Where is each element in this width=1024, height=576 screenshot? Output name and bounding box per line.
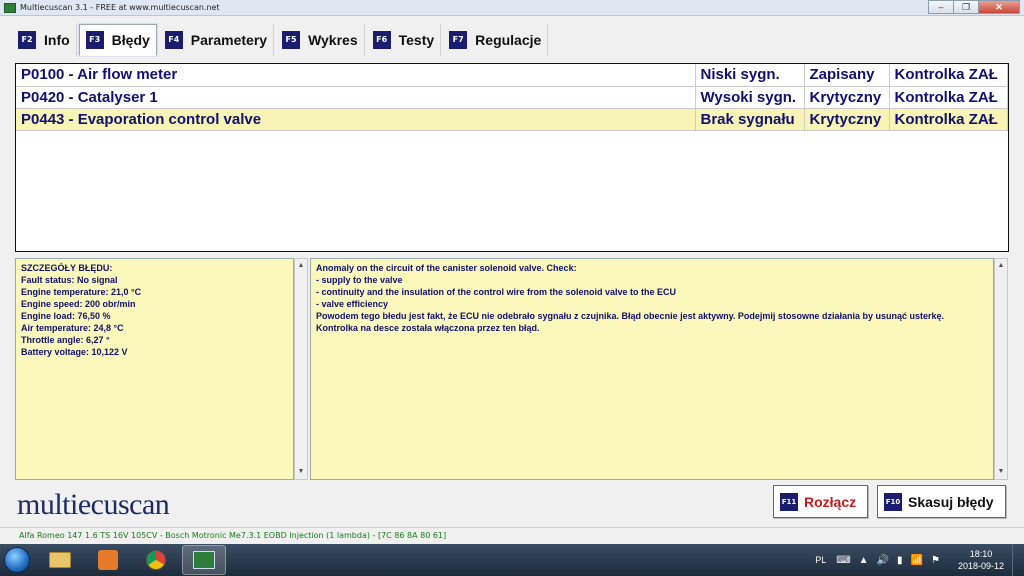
fault-row[interactable]: P0100 - Air flow meter Niski sygn. Zapis… [16,64,1008,87]
fault-lamp: Kontrolka ZAŁ [889,64,1008,87]
f11-key-icon: F11 [780,492,798,511]
taskbar-media-player[interactable] [86,545,130,575]
tab-testy[interactable]: F6 Testy [367,24,442,56]
taskbar-explorer[interactable] [38,545,82,575]
window-controls: – ❐ ✕ [928,0,1020,15]
clock[interactable]: 18:10 2018-09-12 [958,548,1004,572]
scroll-down-icon[interactable]: ▼ [995,465,1007,479]
fault-code: P0443 - Evaporation control valve [16,108,696,131]
fault-signal: Brak sygnału [695,108,805,131]
f10-key-icon: F10 [884,492,902,511]
f5-key-icon: F5 [282,31,301,49]
f2-key-icon: F2 [18,31,36,49]
fault-state: Krytyczny [804,86,890,109]
description-scrollbar[interactable]: ▲ ▼ [994,258,1008,480]
clock-time: 18:10 [969,549,993,559]
tab-info[interactable]: F2 Info [12,24,77,56]
f7-key-icon: F7 [449,31,468,49]
fault-lamp: Kontrolka ZAŁ [889,108,1008,131]
details-line: Fault status: No signal [21,275,118,285]
clock-date: 2018-09-12 [957,561,1004,571]
show-hidden-icons-icon[interactable]: ▲ [859,555,869,566]
details-heading: SZCZEGÓŁY BŁĘDU: [21,263,113,273]
description-line: - supply to the valve [316,275,403,285]
scroll-down-icon[interactable]: ▼ [295,465,307,479]
fault-code: P0100 - Air flow meter [16,64,696,87]
tab-parametery[interactable]: F4 Parametery [159,24,275,56]
media-player-icon [98,550,118,570]
start-button[interactable] [0,544,34,576]
fault-state: Zapisany [804,64,890,87]
description-line: - continuity and the insulation of the c… [316,287,677,297]
description-line: Powodem tego błedu jest fakt, że ECU nie… [316,311,944,333]
fault-row-selected[interactable]: P0443 - Evaporation control valve Brak s… [16,108,1008,131]
disconnect-button[interactable]: F11 Rozłącz [773,485,868,518]
f6-key-icon: F6 [372,31,391,49]
fault-signal: Wysoki sygn. [695,86,805,109]
multiecuscan-app-icon [193,551,215,569]
details-line: Battery voltage: 10,122 V [21,347,128,357]
fault-details-panel[interactable]: SZCZEGÓŁY BŁĘDU: Fault status: No signal… [15,258,294,480]
tab-bledy[interactable]: F3 Błędy [78,24,157,56]
chrome-icon [146,550,166,570]
details-line: Engine load: 76,50 % [21,311,111,321]
keyboard-icon[interactable]: ⌨ [836,555,850,566]
details-line: Air temperature: 24,8 °C [21,323,124,333]
fault-row[interactable]: P0420 - Catalyser 1 Wysoki sygn. Krytycz… [16,86,1008,109]
details-scrollbar[interactable]: ▲ ▼ [294,258,308,480]
fault-lamp: Kontrolka ZAŁ [889,86,1008,109]
tab-label: Regulacje [475,32,542,48]
system-tray: PL ⌨ ▲ 🔊 ▮ 📶 ⚑ 18:10 2018-09-12 [815,544,1004,576]
fault-description-text: Anomaly on the circuit of the canister s… [311,259,993,337]
f3-key-icon: F3 [85,31,104,49]
clear-faults-button[interactable]: F10 Skasuj błędy [877,485,1006,518]
taskbar-multiecuscan[interactable] [182,545,226,575]
description-line: - valve efficiency [316,299,389,309]
flag-icon[interactable]: ⚑ [931,555,940,566]
tab-label: Błędy [111,32,150,48]
scroll-up-icon[interactable]: ▲ [295,259,307,273]
volume-icon[interactable]: 🔊 [877,555,889,566]
disconnect-label: Rozłącz [804,493,857,510]
f4-key-icon: F4 [164,31,183,49]
windows-logo-icon [4,547,30,573]
details-line: Throttle angle: 6,27 ° [21,335,110,345]
window-titlebar: Multiecuscan 3.1 - FREE at www.multiecus… [0,0,1024,16]
tab-label: Parametery [190,32,268,48]
language-indicator[interactable]: PL [815,555,826,565]
tab-label: Testy [398,32,435,48]
taskbar-chrome[interactable] [134,545,178,575]
details-line: Engine speed: 200 obr/min [21,299,136,309]
scroll-up-icon[interactable]: ▲ [995,259,1007,273]
fault-description-panel[interactable]: Anomaly on the circuit of the canister s… [310,258,994,480]
show-desktop-button[interactable] [1012,544,1024,576]
brand-logo: multiecuscan [17,488,170,521]
details-line: Engine temperature: 21,0 °C [21,287,142,297]
taskbar: PL ⌨ ▲ 🔊 ▮ 📶 ⚑ 18:10 2018-09-12 [0,544,1024,576]
window-title: Multiecuscan 3.1 - FREE at www.multiecus… [20,3,220,12]
fault-state: Krytyczny [804,108,890,131]
network-icon[interactable]: 📶 [911,555,923,566]
fault-signal: Niski sygn. [695,64,805,87]
fault-code: P0420 - Catalyser 1 [16,86,696,109]
tab-wykres[interactable]: F5 Wykres [276,24,365,56]
fault-details-text: SZCZEGÓŁY BŁĘDU: Fault status: No signal… [16,259,293,361]
minimize-button[interactable]: – [928,0,954,14]
status-bar: Alfa Romeo 147 1.6 TS 16V 105CV - Bosch … [0,527,1024,544]
function-tabs: F2 Info F3 Błędy F4 Parametery F5 Wykres… [12,24,550,56]
maximize-button[interactable]: ❐ [953,0,979,14]
tab-regulacje[interactable]: F7 Regulacje [443,24,549,56]
battery-icon[interactable]: ▮ [897,555,903,566]
close-button[interactable]: ✕ [978,0,1020,14]
folder-icon [49,552,71,568]
description-line: Anomaly on the circuit of the canister s… [316,263,577,273]
fault-list: P0100 - Air flow meter Niski sygn. Zapis… [15,63,1009,252]
app-icon [4,2,16,13]
tab-label: Wykres [308,32,358,48]
clear-faults-label: Skasuj błędy [908,493,994,510]
tab-label: Info [44,32,70,48]
